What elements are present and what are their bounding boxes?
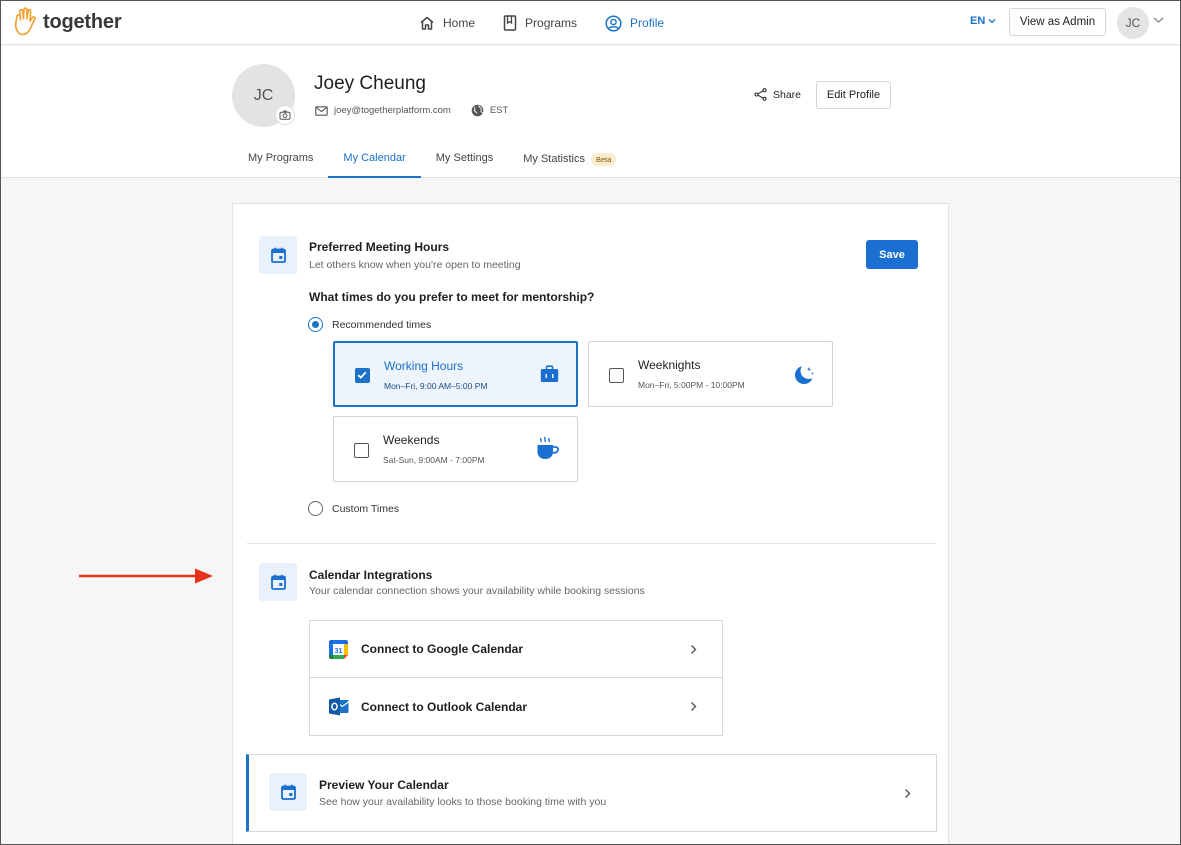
radio-button-checked[interactable] <box>308 317 323 332</box>
main-nav: Home Programs Profile <box>419 1 664 45</box>
share-button[interactable]: Share <box>754 88 801 101</box>
preview-title: Preview Your Calendar <box>319 778 449 792</box>
coffee-icon <box>537 436 560 459</box>
brand-name: together <box>43 10 122 33</box>
tab-my-settings[interactable]: My Settings <box>421 146 508 178</box>
calendar-icon <box>259 563 297 601</box>
profile-email: joey@togetherplatform.com <box>334 105 451 116</box>
option-weekends[interactable]: Weekends Sat-Sun, 9:00AM - 7:00PM <box>333 416 578 482</box>
hand-logo-icon <box>14 7 36 36</box>
option-subtitle: Mon–Fri, 5:00PM - 10:00PM <box>638 380 745 390</box>
language-label: EN <box>970 15 986 27</box>
globe-icon <box>471 104 484 117</box>
preview-subtitle: See how your availability looks to those… <box>319 796 607 808</box>
beta-badge: Beta <box>590 153 617 166</box>
logo[interactable]: together <box>13 7 122 37</box>
share-icon <box>754 88 767 101</box>
tab-label: My Calendar <box>343 152 406 164</box>
nav-profile-label: Profile <box>630 16 665 30</box>
nav-home[interactable]: Home <box>419 15 475 31</box>
app-window: together Home Programs Profile EN View a… <box>0 0 1181 845</box>
moon-icon <box>795 366 814 384</box>
briefcase-icon <box>540 365 559 382</box>
profile-name: Joey Cheung <box>314 73 426 94</box>
outlook-icon <box>329 697 349 716</box>
google-calendar-label: Connect to Google Calendar <box>361 642 524 656</box>
calendar-settings-card: Preferred Meeting Hours Let others know … <box>232 203 949 844</box>
save-button[interactable]: Save <box>866 240 918 269</box>
preview-calendar-button[interactable]: Preview Your Calendar See how your avail… <box>246 754 937 832</box>
option-title: Working Hours <box>384 359 464 373</box>
option-working-hours[interactable]: Working Hours Mon–Fri, 9:00 AM–5:00 PM <box>333 341 578 407</box>
edit-profile-button[interactable]: Edit Profile <box>816 81 891 109</box>
chevron-right-icon <box>905 789 911 798</box>
user-avatar[interactable]: JC <box>1117 7 1149 39</box>
nav-programs-label: Programs <box>525 16 578 30</box>
svg-text:31: 31 <box>335 648 343 655</box>
book-icon <box>503 15 517 31</box>
tab-my-calendar[interactable]: My Calendar <box>328 146 421 178</box>
account-chevron-down-icon[interactable] <box>1153 16 1164 24</box>
mail-icon <box>315 105 328 116</box>
meeting-question: What times do you prefer to meet for men… <box>309 290 595 304</box>
checkbox-unchecked[interactable] <box>609 368 624 383</box>
chevron-right-icon <box>691 702 697 711</box>
nav-programs[interactable]: Programs <box>503 15 577 31</box>
tab-my-programs[interactable]: My Programs <box>233 146 328 178</box>
camera-icon[interactable] <box>275 105 295 125</box>
user-circle-icon <box>605 14 622 32</box>
option-weeknights[interactable]: Weeknights Mon–Fri, 5:00PM - 10:00PM <box>588 341 833 407</box>
integrations-title: Calendar Integrations <box>309 568 433 582</box>
nav-profile[interactable]: Profile <box>605 14 665 32</box>
meeting-hours-title: Preferred Meeting Hours <box>309 240 450 254</box>
home-icon <box>420 16 434 30</box>
tab-label: My Programs <box>248 152 314 164</box>
profile-tabs: My Programs My Calendar My Settings My S… <box>233 146 631 178</box>
profile-header: JC Joey Cheung joey@togetherplatform.com… <box>1 46 1180 178</box>
tab-label: My Settings <box>435 152 494 164</box>
meeting-hours-subtitle: Let others know when you're open to meet… <box>309 259 521 271</box>
calendar-icon <box>259 236 297 274</box>
tab-label: My Statistics <box>523 153 585 165</box>
option-subtitle: Mon–Fri, 9:00 AM–5:00 PM <box>384 381 488 391</box>
integrations-subtitle: Your calendar connection shows your avai… <box>309 585 645 597</box>
outlook-calendar-label: Connect to Outlook Calendar <box>361 699 528 714</box>
profile-meta: joey@togetherplatform.com EST <box>315 104 508 117</box>
share-label: Share <box>773 88 802 101</box>
custom-times-radio[interactable]: Custom Times <box>308 501 399 516</box>
nav-home-label: Home <box>443 16 476 30</box>
google-calendar-icon: 31 <box>329 640 348 659</box>
view-as-admin-button[interactable]: View as Admin <box>1009 8 1106 36</box>
option-title: Weeknights <box>638 358 701 372</box>
language-selector[interactable]: EN <box>970 15 996 27</box>
connect-outlook-calendar-button[interactable]: Connect to Outlook Calendar <box>309 678 723 736</box>
option-subtitle: Sat-Sun, 9:00AM - 7:00PM <box>383 455 485 465</box>
chevron-down-icon <box>988 19 996 24</box>
custom-times-label: Custom Times <box>332 502 400 515</box>
calendar-icon <box>269 773 307 811</box>
profile-timezone: EST <box>489 105 509 116</box>
tab-my-statistics[interactable]: My Statistics Beta <box>508 146 631 178</box>
connect-google-calendar-button[interactable]: 31 Connect to Google Calendar <box>309 620 723 678</box>
recommended-times-radio[interactable]: Recommended times <box>308 317 431 332</box>
checkbox-checked[interactable] <box>355 368 370 383</box>
option-title: Weekends <box>383 433 440 447</box>
chevron-right-icon <box>691 644 697 654</box>
section-divider <box>247 543 936 544</box>
radio-button-unchecked[interactable] <box>308 501 323 516</box>
annotation-arrow-icon <box>79 568 213 584</box>
checkbox-unchecked[interactable] <box>354 443 369 458</box>
recommended-times-label: Recommended times <box>332 318 432 331</box>
top-navbar: together Home Programs Profile EN View a… <box>1 1 1180 45</box>
